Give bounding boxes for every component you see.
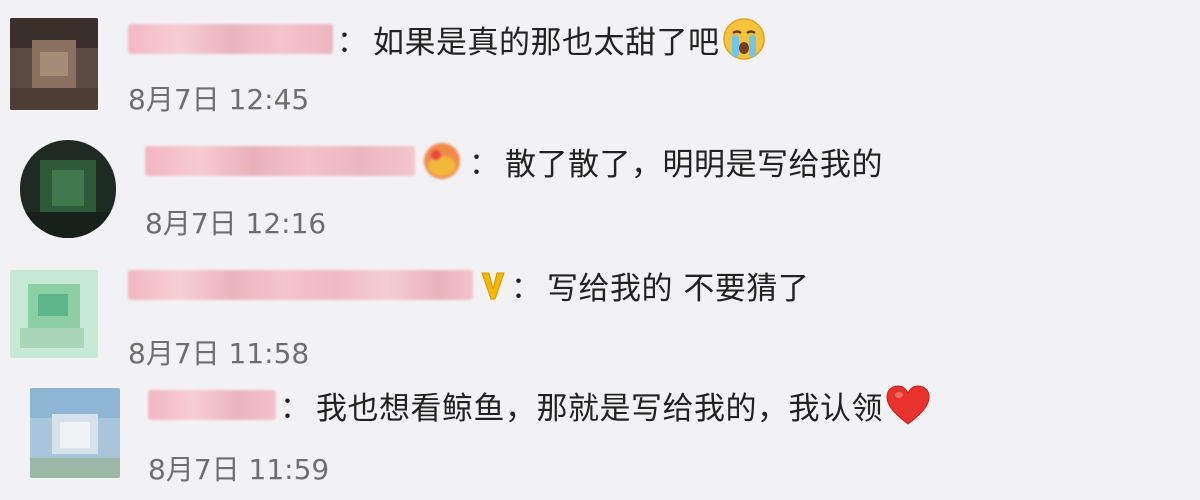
username-blurred[interactable]	[145, 146, 415, 176]
avatar[interactable]	[20, 140, 116, 238]
comment-text: 写给我的 不要猜了	[547, 270, 810, 307]
comment-item: ： 我也想看鲸鱼，那就是写给我的，我认领 8月7日 11:59	[0, 368, 1200, 490]
colon-separator: ：	[469, 147, 499, 182]
username-blurred[interactable]	[148, 390, 276, 420]
colon-separator: ：	[280, 391, 310, 426]
comment-item: ： 如果是真的那也太甜了吧 8月7日 12:45	[0, 0, 1200, 122]
comment-timestamp: 8月7日 12:45	[128, 83, 310, 116]
avatar[interactable]	[10, 18, 98, 110]
username-blurred[interactable]	[128, 270, 473, 300]
fire-badge-icon	[419, 138, 465, 184]
username-blurred[interactable]	[128, 24, 333, 54]
comment-timestamp: 8月7日 11:58	[128, 337, 310, 370]
colon-separator: ：	[337, 25, 367, 60]
colon-separator: ：	[511, 271, 541, 306]
avatar[interactable]	[30, 388, 120, 478]
comment-item: ： 散了散了，明明是写给我的 8月7日 12:16	[0, 122, 1200, 244]
comment-text: 我也想看鲸鱼，那就是写给我的，我认领	[316, 390, 883, 427]
red-heart-icon	[883, 382, 933, 428]
comment-text: 如果是真的那也太甜了吧	[373, 24, 720, 61]
comment-text: 散了散了，明明是写给我的	[505, 146, 883, 183]
comment-item: ： 写给我的 不要猜了 8月7日 11:58	[0, 244, 1200, 370]
avatar[interactable]	[10, 270, 98, 358]
crying-face-icon	[722, 17, 766, 61]
comment-timestamp: 8月7日 11:59	[148, 453, 330, 486]
vip-v-badge-icon	[479, 267, 507, 303]
comment-timestamp: 8月7日 12:16	[145, 207, 327, 240]
